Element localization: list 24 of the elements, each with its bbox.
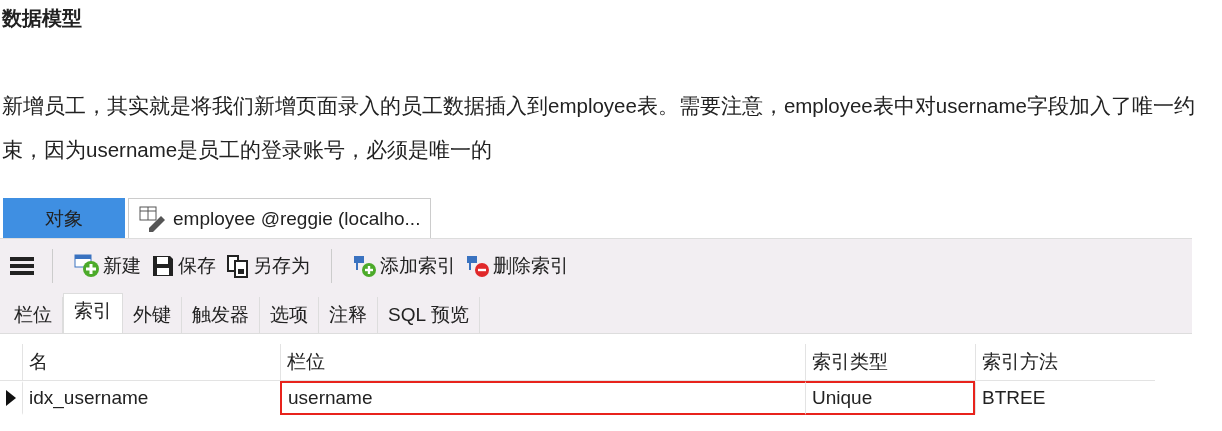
section-heading: 数据模型 [2, 6, 83, 31]
toolbar-button[interactable]: 新建 [71, 253, 144, 279]
table-cell: Unique [805, 381, 975, 415]
table-cell: username [280, 381, 805, 415]
column-header: 名 [22, 344, 280, 381]
table-cell: BTREE [975, 381, 1155, 415]
tab[interactable]: 对象 [3, 198, 125, 238]
index-add-icon [353, 254, 377, 278]
table-add-icon [74, 254, 100, 278]
toolbar-button[interactable]: 添加索引 [350, 253, 459, 279]
tab[interactable]: employee @reggie (localho... [128, 198, 432, 238]
table-cell: idx_username [22, 381, 280, 415]
toolbar-button[interactable]: 另存为 [223, 253, 313, 279]
column-header: 索引类型 [805, 344, 975, 381]
menu-icon[interactable] [10, 256, 34, 276]
paragraph: 新增员工，其实就是将我们新增页面录入的员工数据插入到employee表。需要注意，employee表中对username字段加入了唯一约束，因为username是员工的登录账号，必须是唯一的 [2, 93, 1196, 163]
table-pencil-icon [139, 205, 167, 232]
tab[interactable]: 索引 [63, 293, 123, 333]
copy-icon [226, 254, 250, 278]
toolbar-button[interactable]: 删除索引 [463, 253, 572, 279]
toolbar-button[interactable]: 保存 [148, 253, 219, 279]
column-header: 索引方法 [975, 344, 1155, 381]
column-header: 栏位 [280, 344, 805, 381]
index-delete-icon [466, 254, 490, 278]
